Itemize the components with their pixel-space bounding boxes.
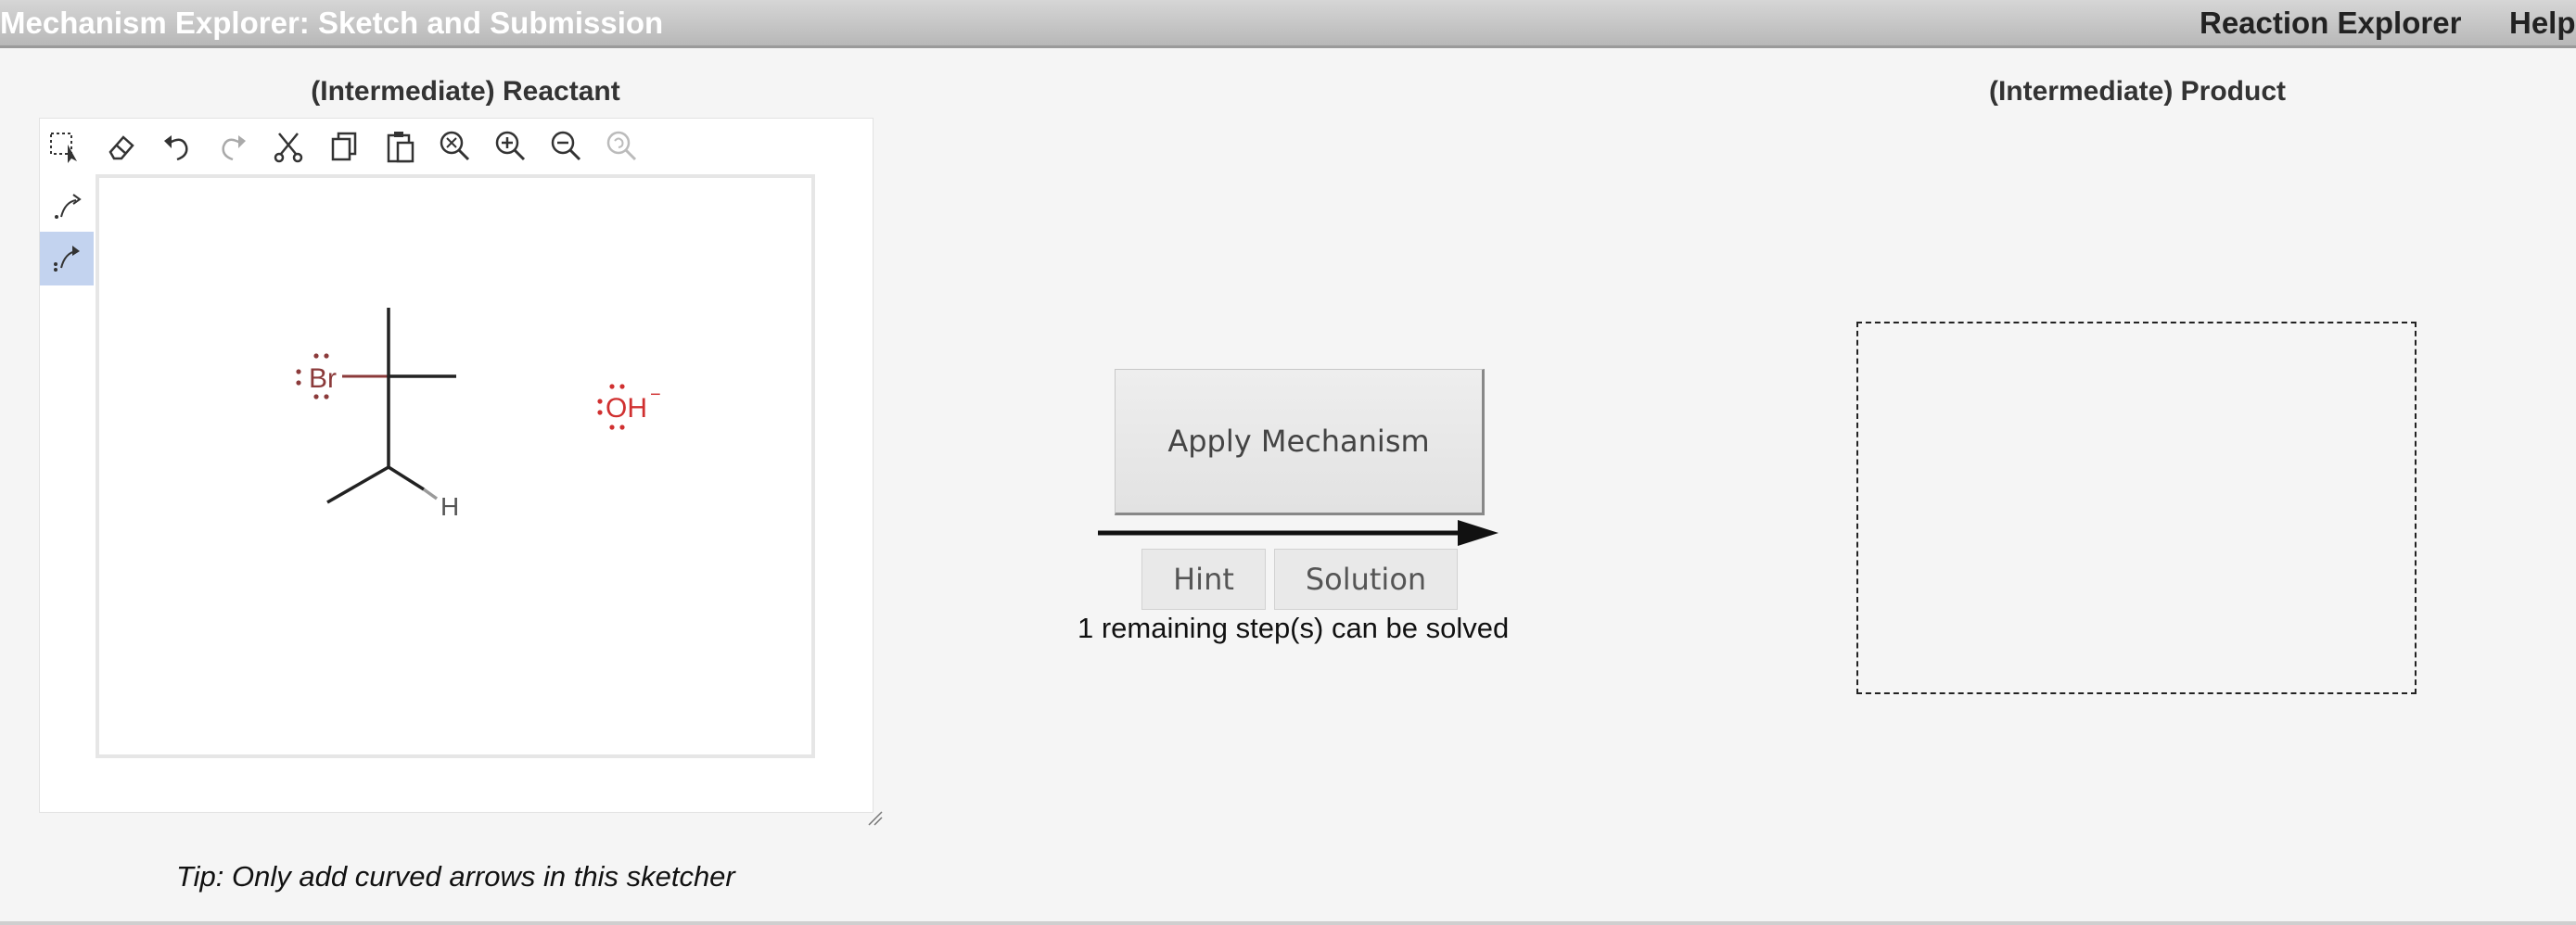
hint-button[interactable]: Hint	[1141, 549, 1266, 610]
reaction-arrow-icon	[1098, 520, 1498, 546]
nav-help[interactable]: Help	[2509, 6, 2576, 41]
solution-button[interactable]: Solution	[1274, 549, 1458, 610]
app-title: Mechanism Explorer: Sketch and Submissio…	[0, 6, 664, 40]
reactant-structure: Br H OH −	[296, 308, 661, 521]
apply-mechanism-button[interactable]: Apply Mechanism	[1115, 369, 1485, 515]
bromine-label: Br	[309, 363, 337, 394]
copy-icon[interactable]	[320, 122, 368, 171]
c-c-bond-lower-left	[326, 465, 389, 504]
redo-icon[interactable]	[209, 122, 257, 171]
product-drop-area	[1856, 322, 2417, 694]
sketch-canvas[interactable]: Br H OH −	[96, 174, 815, 758]
c-h-bond-light	[422, 488, 439, 501]
reactant-panel-title: (Intermediate) Reactant	[311, 76, 620, 107]
hydrogen-label: H	[440, 492, 459, 521]
paste-icon[interactable]	[376, 122, 424, 171]
title-bar: Mechanism Explorer: Sketch and Submissio…	[0, 0, 2576, 48]
reactant-sketcher[interactable]: Br H OH −	[39, 118, 883, 826]
zoom-in-icon[interactable]	[487, 122, 535, 171]
c-h-bond-dark	[388, 465, 425, 491]
eraser-icon[interactable]	[97, 122, 146, 171]
undo-icon[interactable]	[153, 122, 201, 171]
remaining-steps-status: 1 remaining step(s) can be solved	[1078, 612, 1510, 644]
sketcher-tip: Tip: Only add curved arrows in this sket…	[176, 860, 735, 893]
zoom-fit-icon[interactable]	[431, 122, 479, 171]
selection-icon[interactable]	[42, 122, 90, 171]
electron-pair-arrow-icon[interactable]	[40, 232, 94, 285]
nav-reaction-explorer[interactable]: Reaction Explorer	[2200, 6, 2461, 41]
zoom-out-icon[interactable]	[542, 122, 591, 171]
bottom-divider	[0, 921, 2576, 925]
hydroxide-label: OH	[606, 393, 647, 424]
single-electron-arrow-icon[interactable]	[40, 181, 94, 234]
product-panel-title: (Intermediate) Product	[1988, 76, 2287, 107]
resize-grip-icon[interactable]	[865, 808, 884, 827]
zoom-reset-icon[interactable]	[598, 122, 646, 171]
hydroxide-charge: −	[650, 385, 661, 405]
cut-icon[interactable]	[264, 122, 312, 171]
